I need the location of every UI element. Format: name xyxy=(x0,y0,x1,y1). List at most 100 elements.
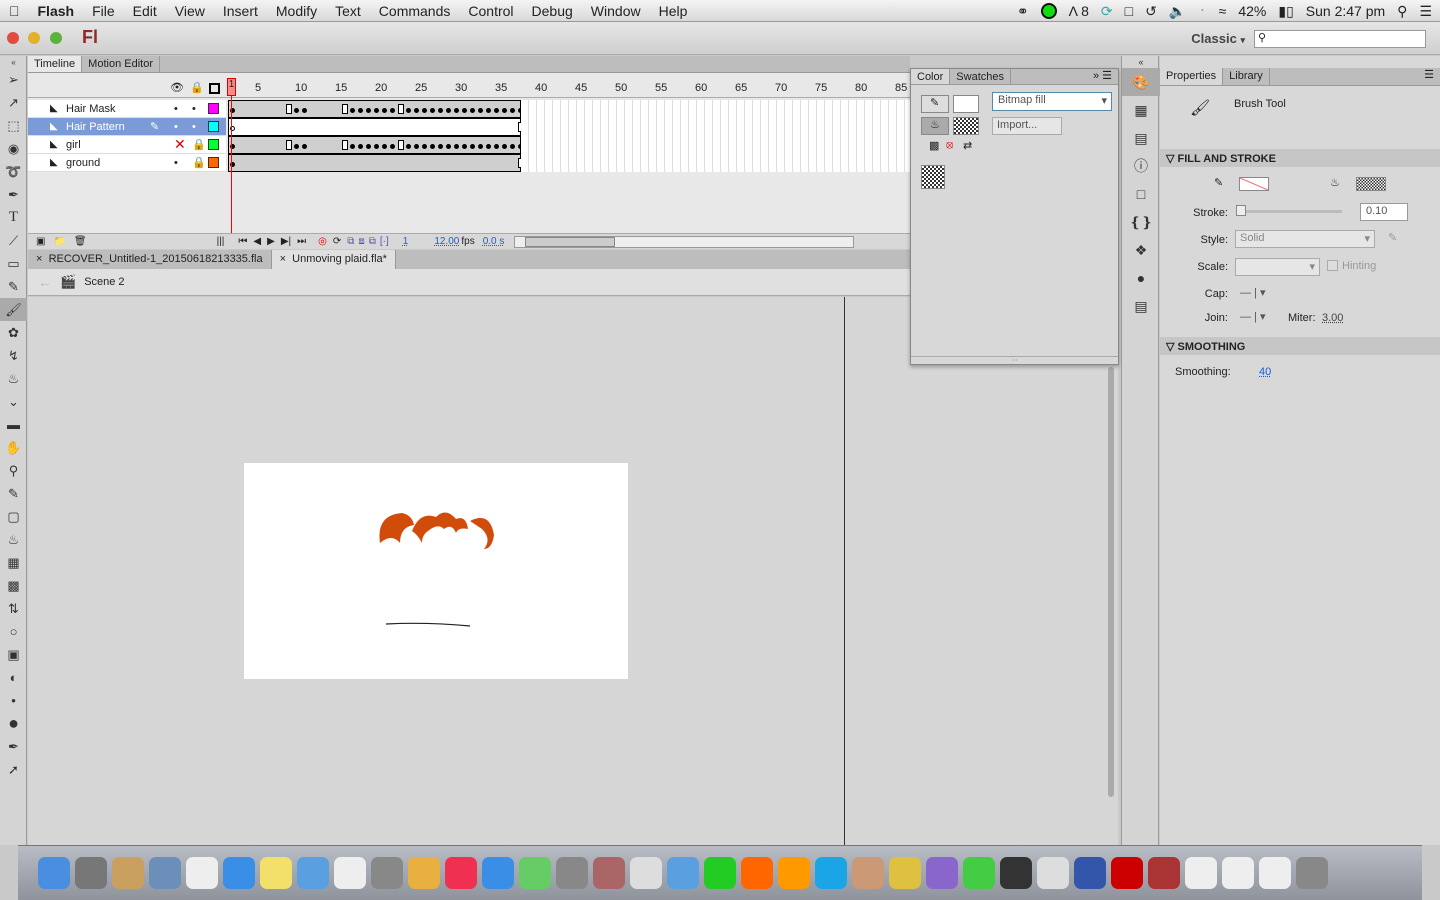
green-cloud-icon[interactable] xyxy=(1040,3,1057,19)
layer-row[interactable]: ◣ girl ✕ 🔒 xyxy=(28,136,226,154)
keyframe[interactable] xyxy=(470,108,475,113)
empty-frames-grid[interactable] xyxy=(521,100,911,118)
keyframe[interactable] xyxy=(494,144,499,149)
keyframe[interactable] xyxy=(414,108,419,113)
playhead[interactable]: 1 xyxy=(227,78,236,233)
cap-dropdown[interactable]: — | ▾ xyxy=(1240,286,1266,299)
visibility-dot[interactable]: • xyxy=(174,157,178,169)
smoothing-section-header[interactable]: ▽ SMOOTHING xyxy=(1160,337,1440,355)
dock-app-icon[interactable] xyxy=(112,857,144,889)
dock-app-icon[interactable] xyxy=(519,857,551,889)
lock-fill-icon[interactable]: ▣ xyxy=(0,643,27,666)
empty-keyframe[interactable] xyxy=(398,104,404,114)
zoom-window-button[interactable] xyxy=(50,32,62,44)
history-panel-icon[interactable]: ▤ xyxy=(1122,292,1160,320)
clock[interactable]: Sun 2:47 pm xyxy=(1306,3,1385,19)
dock-app-icon[interactable] xyxy=(445,857,477,889)
keyframe[interactable] xyxy=(406,108,411,113)
motion-presets-icon[interactable]: ● xyxy=(1122,264,1160,292)
battery-percent[interactable]: 42% xyxy=(1238,3,1266,19)
hand-tool-icon[interactable]: ✋ xyxy=(0,436,27,459)
ruler-tick-15[interactable]: 15 xyxy=(335,82,347,94)
panel-menu-icon[interactable]: » ☰ xyxy=(1093,69,1118,84)
adobe-updates-icon[interactable]: Λ 8 xyxy=(1069,3,1089,19)
spotlight-icon[interactable]: ⚲ xyxy=(1397,3,1407,20)
collapse-icon[interactable]: « xyxy=(0,56,27,68)
keyframe[interactable] xyxy=(382,108,387,113)
empty-frames-grid[interactable] xyxy=(521,118,911,136)
brush-shape-icon[interactable]: ● xyxy=(0,712,27,735)
keyframe[interactable] xyxy=(454,108,459,113)
pressure-icon[interactable]: ✒ xyxy=(0,735,27,758)
dock-app-icon[interactable] xyxy=(149,857,181,889)
keyframe[interactable] xyxy=(478,144,483,149)
pencil-tool-icon[interactable]: ✎ xyxy=(0,275,27,298)
hidden-x-icon[interactable]: ✕ xyxy=(174,136,186,153)
menu-control[interactable]: Control xyxy=(459,3,522,19)
tab-motion-editor[interactable]: Motion Editor xyxy=(82,56,160,72)
free-transform-tool-icon[interactable]: ⬚ xyxy=(0,114,27,137)
ruler-tick-10[interactable]: 10 xyxy=(295,82,307,94)
tab-library[interactable]: Library xyxy=(1223,68,1270,85)
timeline-hscroll[interactable] xyxy=(514,235,855,248)
dock-app-icon[interactable] xyxy=(1000,857,1032,889)
empty-frames-grid[interactable] xyxy=(521,154,911,172)
dock-app-icon[interactable] xyxy=(815,857,847,889)
lock-icon[interactable]: 🔒 xyxy=(192,138,206,151)
tilt-icon[interactable]: ➚ xyxy=(0,758,27,781)
fill-stroke-section-header[interactable]: ▽ FILL AND STROKE xyxy=(1160,149,1440,167)
scene-name[interactable]: Scene 2 xyxy=(84,276,124,288)
dock-app-icon[interactable] xyxy=(186,857,218,889)
timeline-scroll-thumb[interactable] xyxy=(525,236,616,247)
empty-frames-grid[interactable] xyxy=(521,136,911,154)
stroke-swatch[interactable] xyxy=(953,95,979,113)
keyframe[interactable] xyxy=(502,108,507,113)
keyframe[interactable] xyxy=(422,144,427,149)
menu-debug[interactable]: Debug xyxy=(523,3,582,19)
frame-span[interactable] xyxy=(228,136,523,154)
modify-markers-icon[interactable]: [·] xyxy=(380,236,389,247)
keyframe[interactable] xyxy=(350,144,355,149)
ruler-tick-50[interactable]: 50 xyxy=(615,82,627,94)
tab-timeline[interactable]: Timeline xyxy=(28,56,83,72)
show-hide-all-eye-icon[interactable]: 👁 xyxy=(170,81,184,94)
scale-dropdown[interactable]: ▾ xyxy=(1235,258,1320,276)
keyframe[interactable] xyxy=(454,144,459,149)
dock-app-icon[interactable] xyxy=(408,857,440,889)
outline-color-swatch[interactable] xyxy=(208,121,219,132)
bitmap-fill-swatch[interactable] xyxy=(953,117,979,135)
black-white-icon[interactable]: ▩ xyxy=(929,139,939,152)
new-folder-icon[interactable]: 📁 xyxy=(53,236,65,247)
dock-app-icon[interactable] xyxy=(334,857,366,889)
fill-color-toggle[interactable]: ♨ xyxy=(921,117,949,135)
keyframe[interactable] xyxy=(478,108,483,113)
onion-skin-icon[interactable]: ⧉ xyxy=(347,236,354,247)
fill-type-dropdown[interactable]: Bitmap fill ▾ xyxy=(992,92,1112,111)
play-icon[interactable]: ▶ xyxy=(267,236,275,247)
keyframe[interactable] xyxy=(438,144,443,149)
keyframe[interactable] xyxy=(358,144,363,149)
close-tab-icon[interactable]: × xyxy=(36,253,42,265)
dock-app-icon[interactable] xyxy=(297,857,329,889)
ruler-tick-25[interactable]: 25 xyxy=(415,82,427,94)
notification-center-icon[interactable]: ☰ xyxy=(1419,3,1432,20)
brush-tool-icon[interactable]: 🖌 xyxy=(0,298,27,321)
bone-tool-icon[interactable]: ↯ xyxy=(0,344,27,367)
fill-color-swatch[interactable] xyxy=(1356,177,1386,191)
frame-span[interactable] xyxy=(228,100,523,118)
sync-icon[interactable]: ⟳ xyxy=(1101,3,1113,20)
dock-app-icon[interactable] xyxy=(1296,857,1328,889)
lasso-tool-icon[interactable]: ➰ xyxy=(0,160,27,183)
deco-tool-icon[interactable]: ✿ xyxy=(0,321,27,344)
keyframe[interactable] xyxy=(358,108,363,113)
stroke-slider[interactable] xyxy=(1236,205,1342,216)
new-layer-icon[interactable]: ▣ xyxy=(36,236,45,247)
loop-icon[interactable]: ⟳ xyxy=(333,236,341,247)
lock-all-icon[interactable]: 🔒 xyxy=(190,81,204,94)
color-panel-icon[interactable]: 🎨 xyxy=(1122,68,1160,96)
dock-app-icon[interactable] xyxy=(889,857,921,889)
outline-color-swatch[interactable] xyxy=(208,157,219,168)
ruler-tick-80[interactable]: 80 xyxy=(855,82,867,94)
panel-resize-handle[interactable]: ⋯ xyxy=(911,356,1118,364)
dock-app-icon[interactable] xyxy=(1222,857,1254,889)
